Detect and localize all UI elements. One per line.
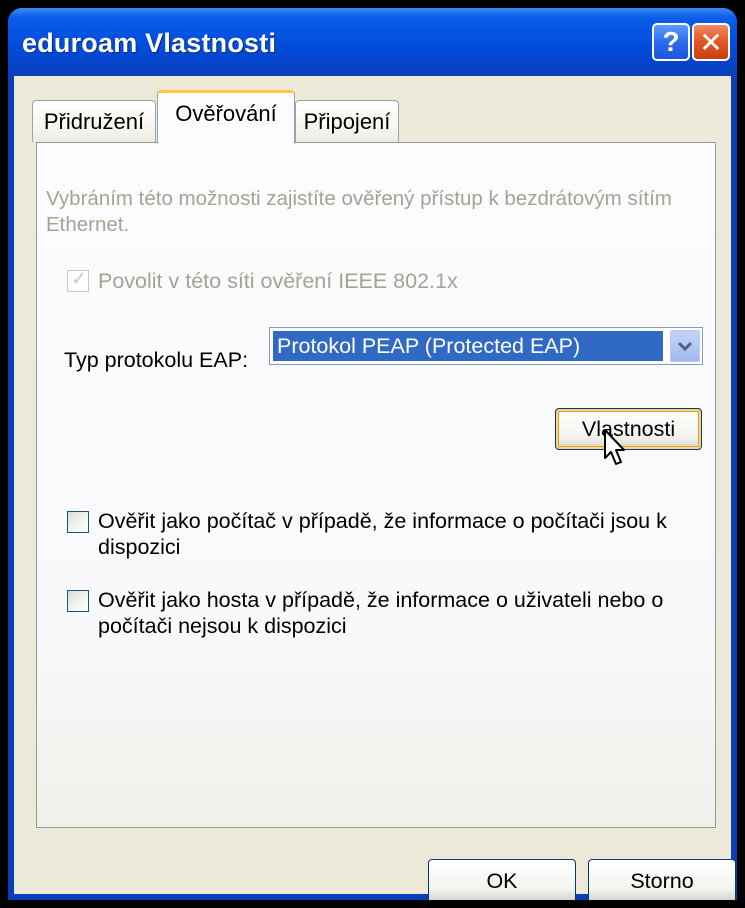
check-icon: ✓ <box>71 269 87 290</box>
auth-as-guest-label: Ověřit jako hosta v případě, že informac… <box>98 588 664 638</box>
window-title: eduroam Vlastnosti <box>22 28 277 58</box>
tab-authentication[interactable]: Ověřování <box>157 90 295 144</box>
properties-dialog: eduroam Vlastnosti ? ✕ Přidružení Ověřov… <box>8 8 737 900</box>
enable-8021x-label: Povolit v této síti ověření IEEE 802.1x <box>98 269 458 293</box>
auth-as-computer-label: Ověřit jako počítač v případě, že inform… <box>98 509 667 559</box>
dialog-body: Přidružení Ověřování Připojení Vybráním … <box>14 76 736 900</box>
cancel-button[interactable]: Storno <box>588 859 736 900</box>
mouse-cursor-icon <box>604 429 625 465</box>
auth-as-computer-checkbox[interactable] <box>67 511 89 533</box>
tab-connection[interactable]: Připojení <box>295 100 399 142</box>
close-button[interactable]: ✕ <box>692 23 730 61</box>
tab-association[interactable]: Přidružení <box>32 100 156 142</box>
ok-button[interactable]: OK <box>428 859 576 900</box>
tab-panel <box>36 142 716 828</box>
screenshot-frame: eduroam Vlastnosti ? ✕ Přidružení Ověřov… <box>0 0 745 908</box>
enable-8021x-checkbox[interactable]: ✓ <box>67 269 89 292</box>
help-button[interactable]: ? <box>652 23 690 61</box>
auth-as-guest-checkbox[interactable] <box>67 590 89 612</box>
close-icon: ✕ <box>699 26 723 58</box>
auth-description: Vybráním této možnosti zajistíte ověřený… <box>46 187 672 236</box>
chevron-down-icon[interactable] <box>670 330 700 362</box>
eap-type-select[interactable]: Protokol PEAP (Protected EAP) <box>269 327 703 365</box>
title-bar[interactable]: eduroam Vlastnosti ? ✕ <box>8 8 737 76</box>
help-icon: ? <box>662 26 680 57</box>
eap-type-value: Protokol PEAP (Protected EAP) <box>273 331 663 361</box>
eap-type-label: Typ protokolu EAP: <box>64 348 249 372</box>
